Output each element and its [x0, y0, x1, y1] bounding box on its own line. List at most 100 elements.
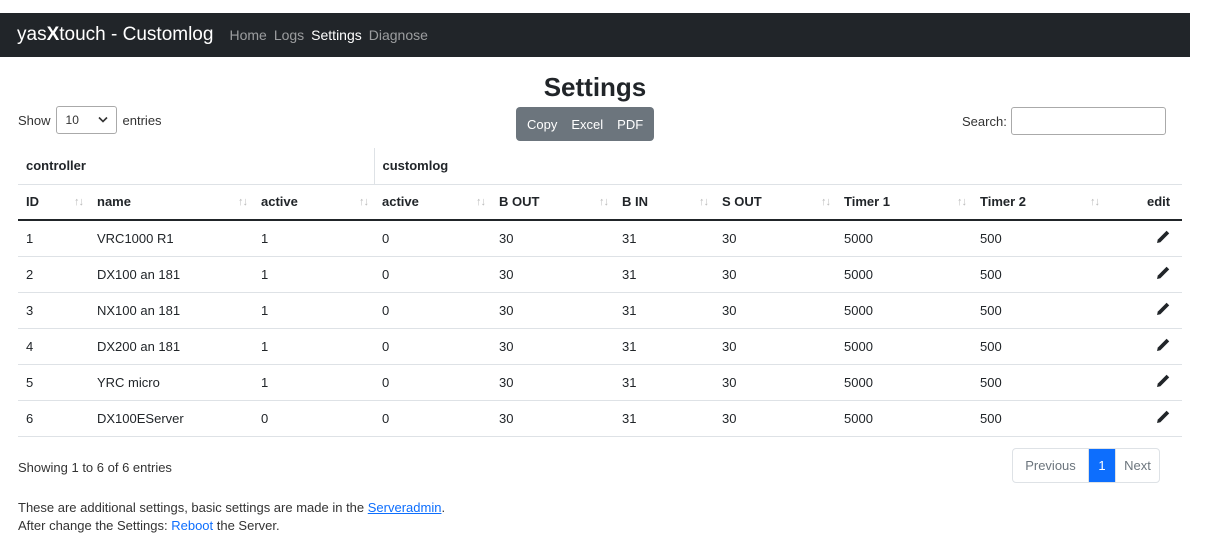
page-title: Settings	[543, 72, 647, 102]
cell-name: VRC1000 R1	[89, 220, 253, 257]
cell-controller-active: 1	[253, 292, 375, 329]
column-header-id[interactable]: ID ↑↓	[18, 184, 89, 221]
column-header-controller-active[interactable]: active ↑↓	[253, 184, 375, 221]
sort-arrows-icon[interactable]: ↑↓	[957, 196, 967, 208]
brand[interactable]: yasXtouch - Customlog	[17, 24, 213, 46]
reboot-link[interactable]: Reboot	[171, 518, 213, 533]
column-header-timer-1[interactable]: Timer 1 ↑↓	[836, 184, 973, 221]
brand-prefix: yas	[17, 24, 47, 45]
column-header-name[interactable]: name ↑↓	[89, 184, 253, 221]
cell-controller-active: 1	[253, 328, 375, 365]
column-header-label: name	[97, 194, 131, 210]
copy-button[interactable]: Copy	[520, 117, 564, 132]
cell-name: DX100 an 181	[89, 256, 253, 293]
export-button-group: Copy Excel PDF	[516, 107, 655, 141]
cell-timer-1: 5000	[836, 256, 973, 293]
column-header-label: edit	[1146, 194, 1171, 210]
column-header-label: B IN	[622, 194, 649, 210]
sort-arrows-icon[interactable]: ↑↓	[476, 196, 486, 208]
nav-settings[interactable]: Settings	[311, 27, 362, 43]
cell-timer-2: 500	[972, 400, 1106, 437]
page-1-button[interactable]: 1	[1089, 449, 1115, 482]
sort-arrows-icon[interactable]: ↑↓	[74, 196, 84, 208]
note-line-2-end: the Server.	[213, 518, 280, 533]
cell-edit	[1105, 256, 1183, 293]
cell-controller-active: 1	[253, 364, 375, 401]
cell-controller-active: 1	[253, 256, 375, 293]
cell-b-out: 30	[491, 364, 615, 401]
column-header-customlog-active[interactable]: active ↑↓	[374, 184, 492, 221]
column-header-label: B OUT	[499, 194, 540, 210]
cell-id: 6	[18, 400, 89, 437]
next-button[interactable]: Next	[1115, 449, 1159, 482]
cell-b-in: 31	[614, 292, 715, 329]
cell-edit	[1105, 292, 1183, 329]
column-header-label: active	[382, 194, 419, 210]
cell-edit	[1105, 400, 1183, 437]
previous-button[interactable]: Previous	[1013, 449, 1089, 482]
entries-label: entries	[122, 112, 162, 128]
column-header-b-in[interactable]: B IN ↑↓	[614, 184, 715, 221]
cell-edit	[1105, 364, 1183, 401]
cell-id: 2	[18, 256, 89, 293]
sort-arrows-icon[interactable]: ↑↓	[699, 196, 709, 208]
pencil-icon[interactable]	[1156, 410, 1170, 424]
nav-home[interactable]: Home	[229, 27, 266, 43]
note-line-2-text: After change the Settings:	[18, 518, 172, 533]
pencil-icon[interactable]	[1156, 374, 1170, 388]
sort-arrows-icon[interactable]: ↑↓	[599, 196, 609, 208]
cell-id: 3	[18, 292, 89, 329]
cell-timer-2: 500	[972, 256, 1106, 293]
search-control: Search:	[962, 107, 1166, 135]
cell-timer-2: 500	[972, 328, 1106, 365]
cell-s-out: 30	[714, 292, 837, 329]
column-header-timer-2[interactable]: Timer 2 ↑↓	[972, 184, 1106, 221]
column-header-label: ID	[26, 194, 39, 210]
cell-b-out: 30	[491, 256, 615, 293]
cell-b-out: 30	[491, 292, 615, 329]
cell-controller-active: 1	[253, 220, 375, 257]
column-header-b-out[interactable]: B OUT ↑↓	[491, 184, 615, 221]
cell-customlog-active: 0	[374, 256, 492, 293]
column-header-label: active	[261, 194, 298, 210]
nav-diagnose[interactable]: Diagnose	[369, 27, 428, 43]
nav-logs[interactable]: Logs	[274, 27, 304, 43]
sort-arrows-icon[interactable]: ↑↓	[238, 196, 248, 208]
pdf-button[interactable]: PDF	[610, 117, 650, 132]
cell-id: 4	[18, 328, 89, 365]
search-input[interactable]	[1010, 107, 1166, 135]
cell-s-out: 30	[714, 220, 837, 257]
column-header-s-out[interactable]: S OUT ↑↓	[714, 184, 837, 221]
pencil-icon[interactable]	[1156, 338, 1170, 352]
note-line-2: After change the Settings: Reboot the Se…	[18, 518, 280, 533]
pencil-icon[interactable]	[1156, 302, 1170, 316]
cell-s-out: 30	[714, 328, 837, 365]
note-line-1-end: .	[441, 500, 446, 515]
cell-customlog-active: 0	[374, 400, 492, 437]
table-info: Showing 1 to 6 of 6 entries	[18, 460, 172, 475]
sort-arrows-icon[interactable]: ↑↓	[821, 196, 831, 208]
pencil-icon[interactable]	[1156, 266, 1170, 280]
entries-select[interactable]: 10	[55, 106, 117, 134]
cell-name: DX200 an 181	[89, 328, 253, 365]
brand-x: X	[46, 24, 60, 45]
cell-customlog-active: 0	[374, 220, 492, 257]
cell-timer-1: 5000	[836, 220, 973, 257]
cell-timer-1: 5000	[836, 328, 973, 365]
show-label: Show	[18, 112, 51, 128]
column-header-label: S OUT	[722, 194, 762, 210]
excel-button[interactable]: Excel	[564, 117, 610, 132]
serveradmin-link[interactable]: Serveradmin	[368, 500, 442, 515]
sort-arrows-icon[interactable]: ↑↓	[359, 196, 369, 208]
cell-b-out: 30	[491, 220, 615, 257]
note-line-1: These are additional settings, basic set…	[18, 500, 445, 515]
pencil-icon[interactable]	[1156, 230, 1170, 244]
group-header-controller: controller	[18, 148, 375, 185]
column-header-label: Timer 2	[980, 194, 1027, 210]
chevron-down-icon	[97, 114, 108, 126]
cell-b-in: 31	[614, 364, 715, 401]
table-row: 6 DX100EServer 0 0 30 31 30 5000 500	[18, 400, 1183, 437]
sort-arrows-icon[interactable]: ↑↓	[1090, 196, 1100, 208]
column-header-edit[interactable]: edit	[1105, 184, 1183, 221]
top-navbar: yasXtouch - Customlog Home Logs Settings…	[0, 13, 1190, 57]
